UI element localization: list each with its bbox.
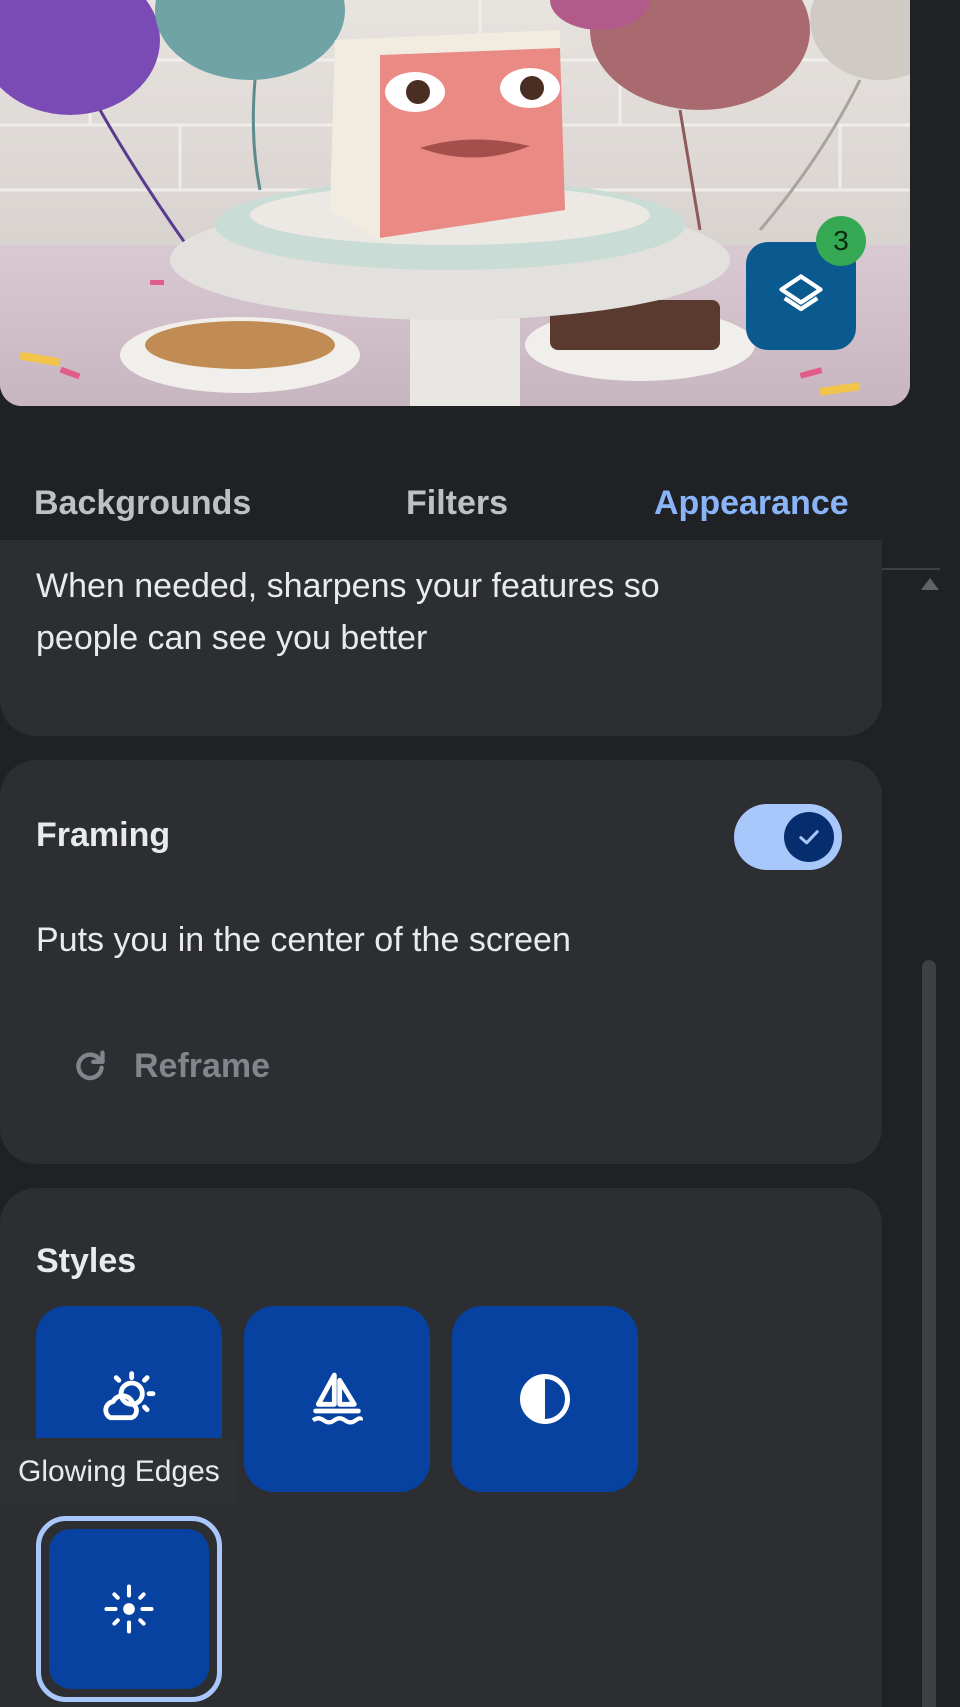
tab-backgrounds[interactable]: Backgrounds — [34, 484, 251, 523]
layers-icon — [779, 274, 823, 312]
style-tile-contrast[interactable] — [452, 1306, 638, 1492]
effects-panel: 3 Backgrounds Filters Appearance When ne… — [0, 0, 960, 1707]
reframe-label: Reframe — [134, 1046, 271, 1085]
effects-count-badge: 3 — [816, 216, 866, 266]
reframe-button[interactable]: Reframe — [70, 1040, 270, 1092]
refresh-icon — [70, 1046, 110, 1086]
framing-toggle[interactable] — [734, 804, 842, 870]
styles-title: Styles — [36, 1242, 137, 1280]
style-tile-glowing-edges-inner — [49, 1529, 209, 1689]
style-tile-sailboat[interactable] — [244, 1306, 430, 1492]
check-icon — [799, 830, 819, 845]
style-tooltip: Glowing Edges — [0, 1438, 238, 1506]
toggle-knob — [784, 812, 834, 862]
contrast-icon — [520, 1374, 570, 1424]
sparkle-icon — [104, 1584, 154, 1634]
touch-up-card: When needed, sharpens your features so p… — [0, 540, 882, 736]
style-tile-glowing-edges[interactable] — [36, 1516, 222, 1702]
tab-appearance[interactable]: Appearance — [654, 484, 849, 523]
scrollbar-thumb[interactable] — [922, 960, 936, 1707]
tab-filters[interactable]: Filters — [406, 484, 508, 523]
light-effect-icon — [103, 1371, 156, 1421]
framing-description: Puts you in the center of the screen — [36, 921, 571, 959]
framing-title: Framing — [36, 816, 171, 854]
sailboat-icon — [311, 1372, 364, 1425]
touch-up-description-line2: people can see you better — [36, 619, 428, 657]
scroll-up-arrow-icon[interactable] — [921, 578, 939, 590]
touch-up-description-line1: When needed, sharpens your features so — [36, 567, 660, 605]
